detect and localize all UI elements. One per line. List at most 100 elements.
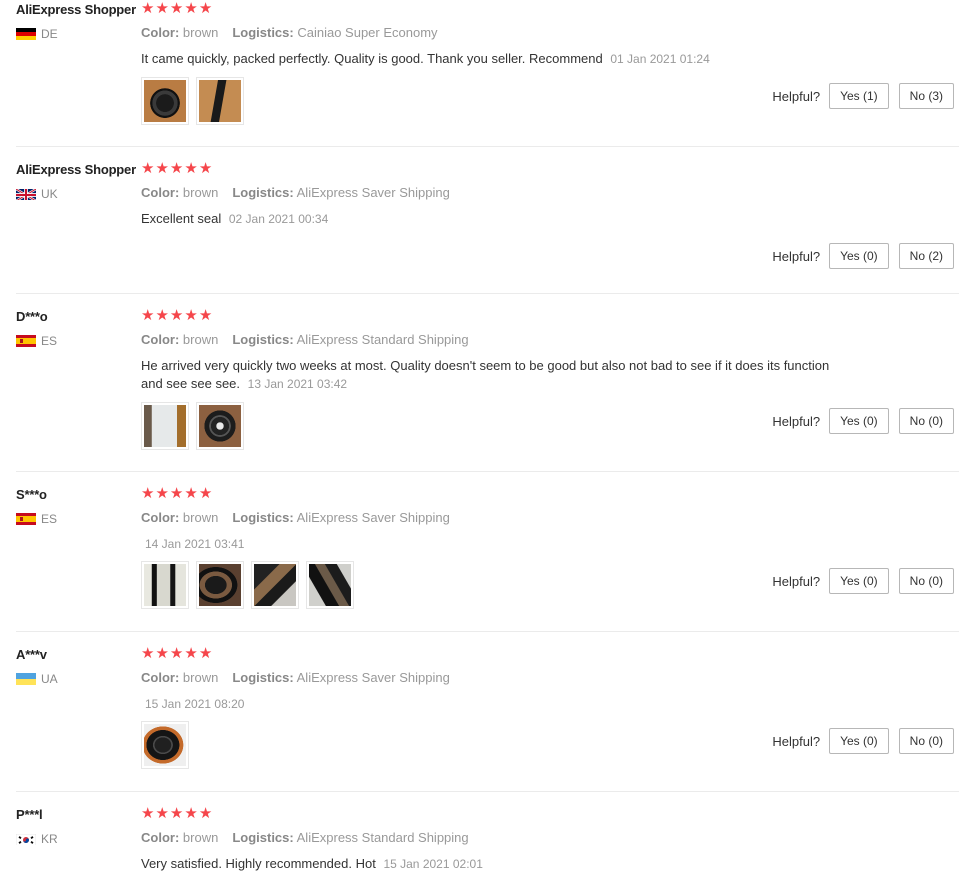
color-value: brown (182, 25, 219, 40)
star-icon: ★ (198, 306, 213, 324)
helpful-no-button[interactable]: No (0) (898, 408, 954, 434)
review-content: He arrived very quickly two weeks at mos… (141, 357, 831, 393)
helpful-yes-button[interactable]: Yes (0) (829, 243, 889, 269)
review-text: Very satisfied. Highly recommended. Hot (141, 856, 376, 871)
star-icon: ★ (184, 306, 198, 324)
helpful-vote: Helpful? Yes (0) No (2) (772, 243, 954, 269)
star-rating: ★ ★ ★ ★ ★ (141, 1, 212, 16)
photo-seal-installed-1 (144, 564, 186, 606)
order-info: Color: brown Logistics: Cainiao Super Eco… (141, 25, 438, 40)
photo-seal-coil (199, 405, 241, 447)
star-icon: ★ (184, 0, 198, 17)
review-content: Very satisfied. Highly recommended. Hot … (141, 855, 831, 873)
star-icon: ★ (198, 644, 213, 662)
review-divider (16, 791, 959, 792)
review-photos (141, 402, 244, 450)
review-date: 14 Jan 2021 03:41 (145, 537, 245, 551)
helpful-vote: Helpful? Yes (0) No (0) (772, 408, 954, 434)
reviewer-country: UA (16, 671, 58, 687)
review-photo[interactable] (141, 77, 189, 125)
helpful-no-button[interactable]: No (2) (898, 243, 954, 269)
color-label: Color: (141, 830, 180, 845)
star-icon: ★ (155, 159, 169, 177)
star-icon: ★ (169, 644, 184, 662)
order-info: Color: brown Logistics: AliExpress Standa… (141, 830, 469, 845)
star-rating: ★ ★ ★ ★ ★ (141, 308, 212, 323)
color-value: brown (182, 830, 219, 845)
star-icon: ★ (169, 804, 184, 822)
helpful-no-button[interactable]: No (3) (898, 83, 954, 109)
color-value: brown (182, 510, 219, 525)
logistics-label: Logistics: (232, 185, 294, 200)
review-photo[interactable] (196, 561, 244, 609)
logistics-value: Cainiao Super Economy (297, 25, 438, 40)
color-label: Color: (141, 25, 180, 40)
review-photo[interactable] (196, 402, 244, 450)
logistics-label: Logistics: (232, 332, 294, 347)
review-divider (16, 146, 959, 147)
reviewer-name: D***o (16, 309, 48, 324)
reviewer-country: DE (16, 26, 58, 42)
review-divider (16, 631, 959, 632)
star-rating: ★ ★ ★ ★ ★ (141, 486, 212, 501)
logistics-label: Logistics: (232, 510, 294, 525)
star-icon: ★ (198, 484, 213, 502)
helpful-vote: Helpful? Yes (1) No (3) (772, 83, 954, 109)
country-code: ES (41, 512, 58, 526)
reviewer-name: S***o (16, 487, 47, 502)
country-code: ES (41, 334, 58, 348)
country-code: KR (41, 832, 58, 846)
helpful-vote: Helpful? Yes (0) No (0) (772, 568, 954, 594)
star-icon: ★ (141, 0, 155, 17)
country-code: UA (41, 672, 58, 686)
review-photo[interactable] (141, 402, 189, 450)
review-text: Excellent seal (141, 211, 222, 226)
reviewer-country: ES (16, 333, 57, 349)
review-photo[interactable] (141, 561, 189, 609)
review-date: 15 Jan 2021 08:20 (145, 697, 245, 711)
star-rating: ★ ★ ★ ★ ★ (141, 161, 212, 176)
helpful-yes-button[interactable]: Yes (0) (829, 728, 889, 754)
review-content: 14 Jan 2021 03:41 (141, 535, 831, 553)
photo-seal-ring (144, 724, 186, 766)
helpful-yes-button[interactable]: Yes (1) (829, 83, 889, 109)
star-icon: ★ (141, 306, 155, 324)
star-icon: ★ (141, 159, 155, 177)
review-divider (16, 471, 959, 472)
reviewer-name: AliExpress Shopper (16, 2, 136, 17)
review-photo[interactable] (141, 721, 189, 769)
star-icon: ★ (169, 484, 184, 502)
review-photo[interactable] (196, 77, 244, 125)
photo-brown-seal-strip (199, 80, 241, 122)
reviewer-name: A***v (16, 647, 47, 662)
review-content: It came quickly, packed perfectly. Quali… (141, 50, 831, 68)
reviewer-country: UK (16, 186, 58, 202)
helpful-no-button[interactable]: No (0) (898, 728, 954, 754)
review-photo[interactable] (306, 561, 354, 609)
logistics-label: Logistics: (232, 670, 294, 685)
helpful-no-button[interactable]: No (0) (898, 568, 954, 594)
star-icon: ★ (141, 804, 155, 822)
ua-flag-icon (16, 673, 36, 685)
color-label: Color: (141, 185, 180, 200)
review-date: 15 Jan 2021 02:01 (383, 857, 483, 871)
review-content: Excellent seal 02 Jan 2021 00:34 (141, 210, 831, 228)
review-date: 01 Jan 2021 01:24 (610, 52, 710, 66)
helpful-label: Helpful? (772, 248, 821, 264)
review-content: 15 Jan 2021 08:20 (141, 695, 831, 713)
star-rating: ★ ★ ★ ★ ★ (141, 646, 212, 661)
helpful-yes-button[interactable]: Yes (0) (829, 408, 889, 434)
star-icon: ★ (198, 0, 213, 17)
review-text: It came quickly, packed perfectly. Quali… (141, 51, 603, 66)
star-icon: ★ (184, 159, 198, 177)
reviewer-country: ES (16, 511, 57, 527)
star-icon: ★ (155, 0, 169, 17)
country-code: UK (41, 187, 58, 201)
reviewer-name: P***l (16, 807, 43, 822)
logistics-value: AliExpress Standard Shipping (296, 830, 469, 845)
review-date: 02 Jan 2021 00:34 (228, 212, 329, 226)
review-photo[interactable] (251, 561, 299, 609)
color-value: brown (182, 185, 219, 200)
reviewer-country: KR (16, 831, 58, 847)
helpful-yes-button[interactable]: Yes (0) (829, 568, 889, 594)
